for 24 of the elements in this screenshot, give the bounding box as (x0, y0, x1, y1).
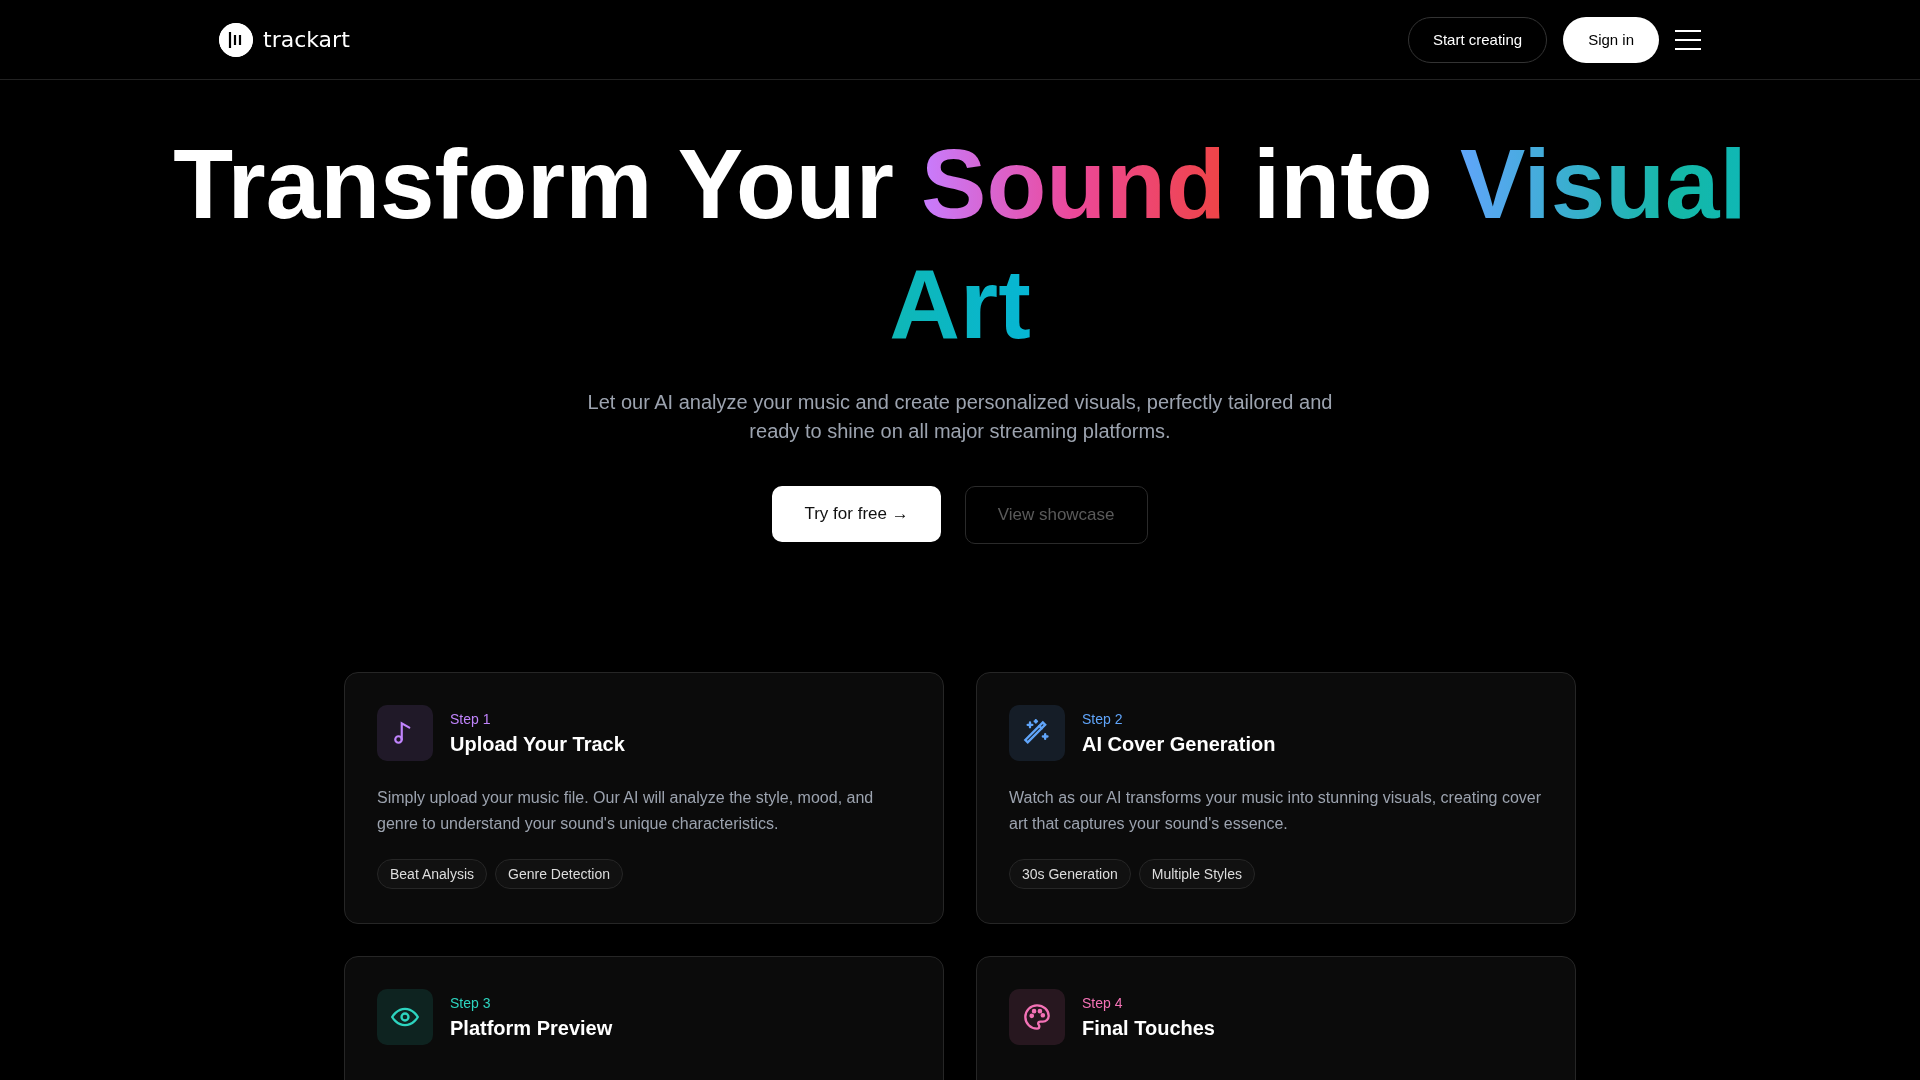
start-creating-button[interactable]: Start creating (1407, 16, 1548, 63)
feature-tag: Multiple Styles (1138, 859, 1255, 889)
step-description: Watch as our AI transforms your music into stunning visuals, creating cover art that captures your sound's essence. (1009, 788, 1543, 834)
step-title: Upload Your Track (450, 732, 625, 756)
step-title: AI Cover Generation (1082, 732, 1276, 756)
step-label: Step 1 (450, 710, 492, 727)
magic-wand-icon (1023, 719, 1051, 747)
hero-subtitle: Let our AI analyze your music and create personalized visuals, perfectly tailored and ready to shine on all major streaming platforms. (586, 390, 1334, 444)
step-label: Step 3 (450, 994, 492, 1011)
step-description: Simply upload your music file. Our AI will analyze the style, mood, and genre to understand your sound's unique characteristics. (377, 788, 875, 834)
step-label: Step 2 (1082, 710, 1124, 727)
eye-icon (391, 1006, 419, 1028)
menu-icon[interactable] (1675, 29, 1701, 50)
step-title: Platform Preview (450, 1016, 613, 1040)
step-label: Step 4 (1082, 994, 1124, 1011)
brand-name: trackart (263, 27, 350, 52)
feature-tag: Beat Analysis (377, 859, 488, 889)
palette-icon (1023, 1003, 1051, 1031)
sign-in-button[interactable]: Sign in (1563, 16, 1659, 63)
try-free-button[interactable]: Try for free → (772, 486, 941, 542)
logo-icon (219, 22, 253, 57)
step-title: Final Touches (1082, 1016, 1215, 1040)
feature-tag: Genre Detection (495, 859, 623, 889)
feature-tag: 30s Generation (1009, 859, 1131, 889)
